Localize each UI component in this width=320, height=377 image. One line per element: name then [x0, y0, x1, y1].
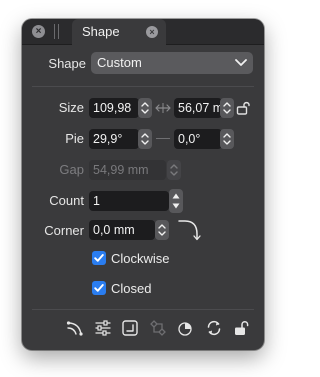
count-label: Count	[49, 193, 84, 208]
chevron-down-icon	[235, 59, 247, 66]
divider	[32, 309, 254, 310]
corner-label: Corner	[44, 223, 84, 238]
shape-panel: × Shape × Shape Custom Size 109,98 56,07…	[22, 19, 264, 350]
pie-start-stepper[interactable]	[138, 129, 152, 149]
clockwise-label[interactable]: Clockwise	[111, 251, 170, 266]
gap-label: Gap	[59, 162, 84, 177]
pie-start-field[interactable]: 29,9°	[89, 129, 139, 149]
checkmark-icon	[94, 284, 104, 292]
unlock-icon[interactable]	[236, 100, 250, 116]
checkmark-icon	[94, 254, 104, 262]
disabled-transform-icon	[150, 320, 166, 336]
size-label: Size	[58, 100, 84, 115]
size-height-stepper[interactable]	[220, 98, 234, 118]
gap-field: 54,99 mm	[89, 160, 166, 180]
corner-type-icon[interactable]	[177, 218, 201, 242]
closed-checkbox[interactable]	[92, 281, 106, 295]
shape-label: Shape	[48, 56, 86, 71]
count-stepper[interactable]	[169, 189, 183, 213]
size-width-stepper[interactable]	[138, 98, 152, 118]
corner-field[interactable]: 0,0 mm	[89, 220, 155, 240]
convert-to-curves-icon[interactable]	[66, 319, 84, 337]
pie-range-dash	[156, 138, 170, 139]
drag-grip-icon[interactable]	[54, 24, 60, 39]
tab-close-icon[interactable]: ×	[146, 26, 158, 38]
snap-to-corner-icon[interactable]	[121, 319, 139, 337]
size-width-field[interactable]: 109,98	[89, 98, 139, 118]
shape-select[interactable]: Custom	[91, 52, 253, 74]
boolean-shape-icon[interactable]	[177, 319, 195, 337]
pie-label: Pie	[65, 131, 84, 146]
closed-label[interactable]: Closed	[111, 281, 151, 296]
tab-shape[interactable]: Shape ×	[72, 19, 166, 45]
link-size-icon[interactable]	[154, 102, 172, 114]
divider	[32, 86, 254, 87]
clockwise-checkbox[interactable]	[92, 251, 106, 265]
pie-end-field[interactable]: 0,0°	[174, 129, 222, 149]
sliders-icon[interactable]	[94, 319, 112, 337]
gap-stepper	[167, 160, 181, 180]
size-height-field[interactable]: 56,07 m	[174, 98, 222, 118]
close-panel-icon[interactable]: ×	[32, 25, 45, 38]
refresh-icon[interactable]	[205, 319, 223, 337]
count-field[interactable]: 1	[89, 191, 169, 211]
pie-end-stepper[interactable]	[220, 129, 234, 149]
shape-select-value: Custom	[97, 55, 142, 70]
panel-tab-bar: × Shape ×	[22, 19, 264, 45]
corner-stepper[interactable]	[155, 220, 169, 240]
tab-shape-label: Shape	[82, 24, 120, 39]
unlock-icon[interactable]	[232, 319, 250, 337]
